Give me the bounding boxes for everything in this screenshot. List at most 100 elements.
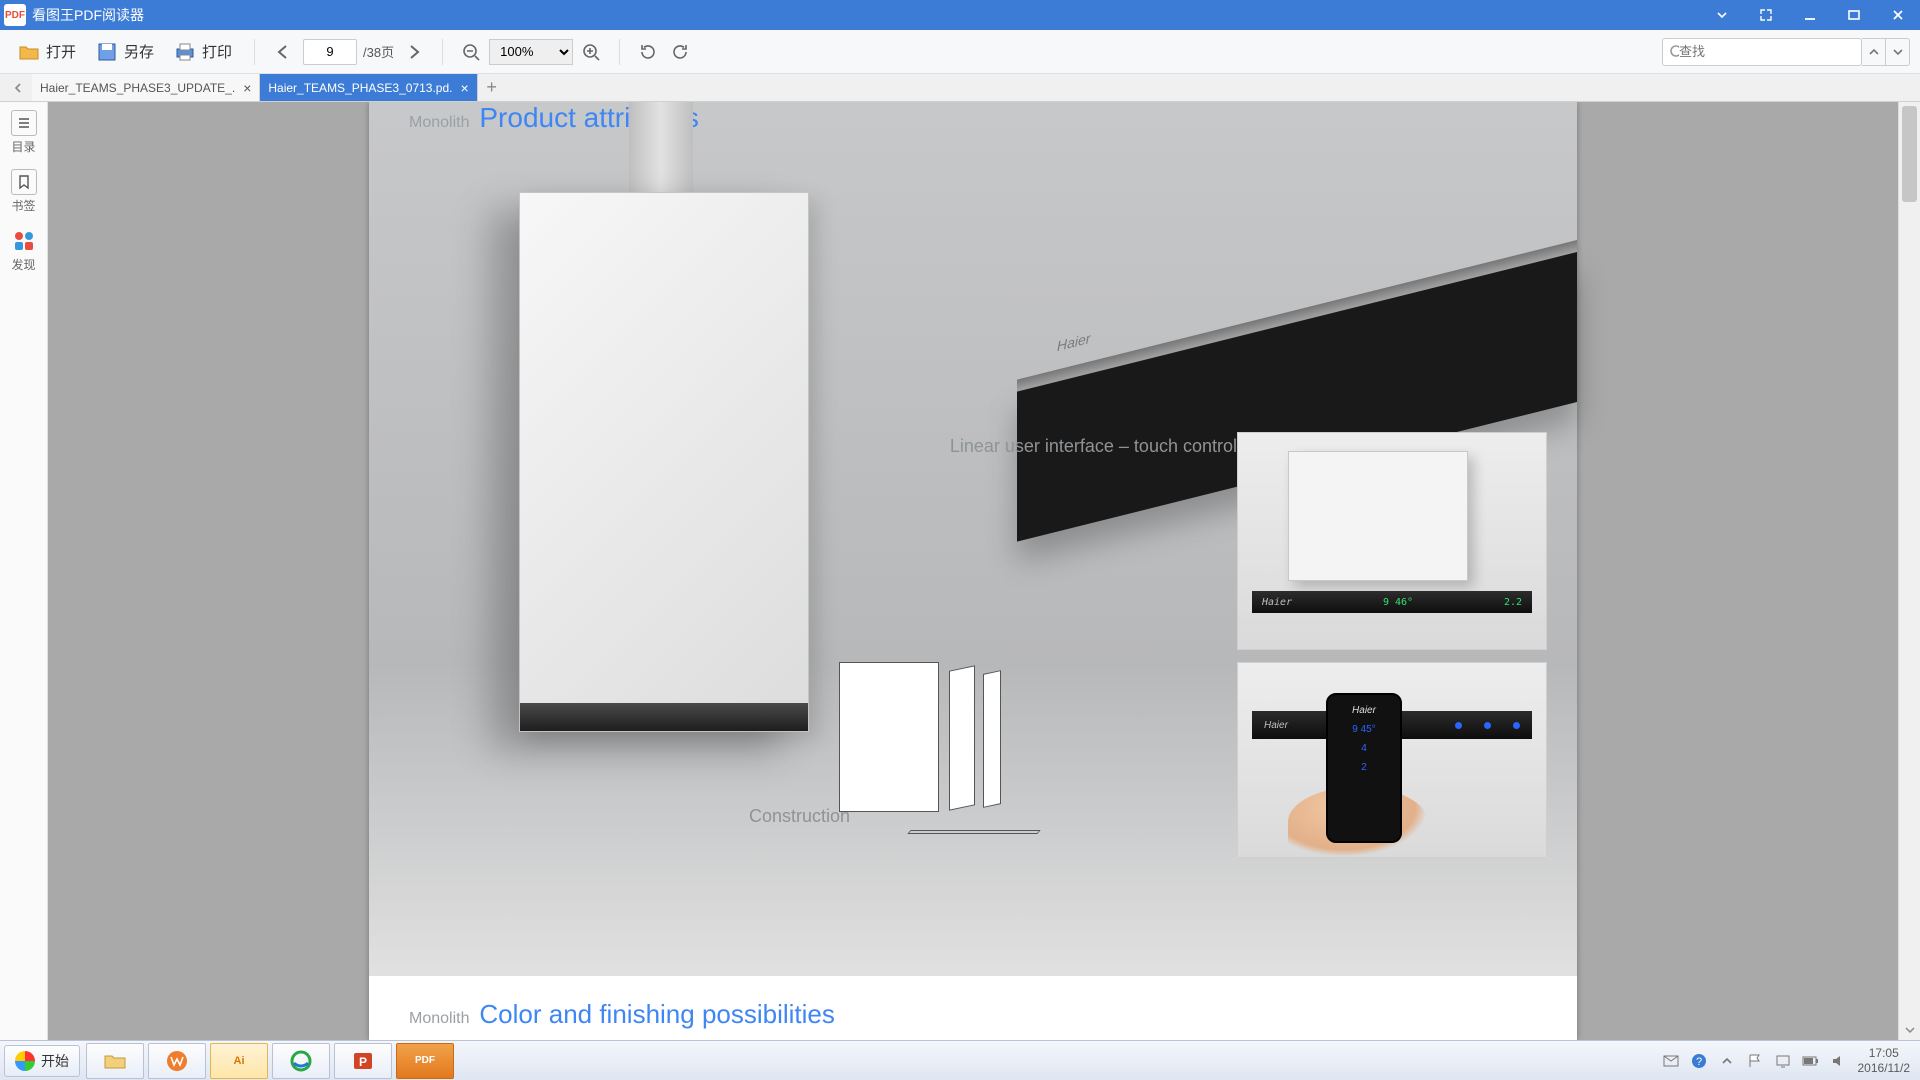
sidebar-item-toc[interactable]: 目录: [11, 110, 37, 155]
phone-row: 9 45°: [1352, 724, 1375, 735]
folder-open-icon: [18, 41, 40, 63]
minimize-icon[interactable]: [1788, 0, 1832, 30]
pdf-page: Monolith Product attributes Haier Haier …: [369, 102, 1577, 1040]
search-wrap: [1662, 38, 1910, 66]
rotate-controls: [634, 38, 694, 66]
close-icon[interactable]: [1876, 0, 1920, 30]
folder-icon: [103, 1051, 127, 1071]
print-icon: [174, 41, 196, 63]
zoom-in-icon[interactable]: [577, 38, 605, 66]
ai-label: Ai: [234, 1055, 245, 1067]
task-browser[interactable]: [272, 1043, 330, 1079]
fullscreen-icon[interactable]: [1744, 0, 1788, 30]
search-prev-icon[interactable]: [1862, 38, 1886, 66]
search-next-icon[interactable]: [1886, 38, 1910, 66]
phone-row: 2: [1361, 762, 1367, 773]
task-wps[interactable]: [148, 1043, 206, 1079]
zoom-out-icon[interactable]: [457, 38, 485, 66]
panel-readout: 2.2: [1504, 597, 1522, 608]
task-explorer[interactable]: [86, 1043, 144, 1079]
thumbnail-interface: Haier 9 46° 2.2: [1237, 432, 1547, 650]
prev-page-icon[interactable]: [269, 38, 297, 66]
product-chimney: [629, 102, 693, 194]
clock-date: 2016/11/2: [1858, 1061, 1911, 1075]
tab-close-icon[interactable]: ×: [243, 81, 251, 95]
brand-text: Haier: [534, 711, 563, 725]
next-page-icon[interactable]: [400, 38, 428, 66]
brand-text: Haier: [1264, 720, 1288, 731]
tray-clock[interactable]: 17:05 2016/11/2: [1858, 1046, 1911, 1075]
taskbar-apps: Ai P PDF: [86, 1043, 454, 1079]
print-label: 打印: [202, 41, 232, 62]
tray-network-icon[interactable]: [1774, 1052, 1792, 1070]
tray-expand-icon[interactable]: [1718, 1052, 1736, 1070]
vertical-scrollbar[interactable]: [1898, 102, 1920, 1040]
brand-text: Haier: [1262, 597, 1292, 608]
search-input[interactable]: [1679, 44, 1855, 59]
heading-prefix: Monolith: [409, 114, 469, 131]
panel-readout: 9 46°: [1383, 597, 1413, 608]
tray-battery-icon[interactable]: [1802, 1052, 1820, 1070]
page-input[interactable]: [303, 39, 357, 65]
tray-flag-icon[interactable]: [1746, 1052, 1764, 1070]
scroll-thumb[interactable]: [1902, 106, 1917, 202]
search-icon: [1669, 44, 1679, 60]
task-illustrator[interactable]: Ai: [210, 1043, 268, 1079]
separator: [619, 39, 620, 65]
powerpoint-icon: P: [351, 1049, 375, 1073]
save-icon: [96, 41, 118, 63]
rotate-cw-icon[interactable]: [666, 38, 694, 66]
separator: [254, 39, 255, 65]
wps-icon: [165, 1049, 189, 1073]
rotate-ccw-icon[interactable]: [634, 38, 662, 66]
tab-inactive[interactable]: Haier_TEAMS_PHASE3_UPDATE_. ×: [32, 74, 260, 101]
clock-time: 17:05: [1858, 1046, 1911, 1060]
phone-row: 4: [1361, 743, 1367, 754]
page-total: /38页: [363, 42, 394, 61]
label-interface: Linear user interface – touch control: [950, 436, 1237, 457]
document-viewer[interactable]: Monolith Product attributes Haier Haier …: [48, 102, 1898, 1040]
system-tray: ? 17:05 2016/11/2: [1662, 1046, 1917, 1075]
print-button[interactable]: 打印: [166, 37, 240, 67]
task-powerpoint[interactable]: P: [334, 1043, 392, 1079]
titlebar: PDF 看图王PDF阅读器: [0, 0, 1920, 30]
list-icon: [11, 110, 37, 136]
tab-label: Haier_TEAMS_PHASE3_UPDATE_.: [40, 81, 235, 95]
window-controls: [1700, 0, 1920, 30]
dropdown-icon[interactable]: [1700, 0, 1744, 30]
zoom-select[interactable]: 100%: [489, 39, 573, 65]
app-title: 看图王PDF阅读器: [32, 5, 144, 25]
scroll-down-icon[interactable]: [1899, 1020, 1920, 1040]
next-page-heading: Monolith Color and finishing possibiliti…: [409, 999, 835, 1030]
heading-main: Color and finishing possibilities: [479, 999, 835, 1029]
maximize-icon[interactable]: [1832, 0, 1876, 30]
add-tab-icon[interactable]: +: [478, 74, 506, 101]
heading-prefix: Monolith: [409, 1010, 469, 1027]
sidebar: 目录 书签 发现: [0, 102, 48, 1040]
brand-text: Haier: [1057, 330, 1090, 354]
start-button[interactable]: 开始: [4, 1045, 80, 1077]
search-box[interactable]: [1662, 38, 1862, 66]
open-button[interactable]: 打开: [10, 37, 84, 67]
save-as-label: 另存: [124, 41, 154, 62]
tab-label: Haier_TEAMS_PHASE3_0713.pd.: [268, 81, 452, 95]
pdf-label: PDF: [415, 1055, 435, 1066]
save-as-button[interactable]: 另存: [88, 37, 162, 67]
sidebar-item-bookmark[interactable]: 书签: [11, 169, 37, 214]
start-label: 开始: [41, 1051, 69, 1071]
open-label: 打开: [46, 41, 76, 62]
main-row: 目录 书签 发现 Monolith Product attributes Hai…: [0, 102, 1920, 1040]
task-pdf-reader[interactable]: PDF: [396, 1043, 454, 1079]
svg-text:P: P: [359, 1055, 367, 1069]
tray-mail-icon[interactable]: [1662, 1052, 1680, 1070]
tab-active[interactable]: Haier_TEAMS_PHASE3_0713.pd. ×: [260, 74, 477, 101]
tray-volume-icon[interactable]: [1830, 1052, 1848, 1070]
tray-help-icon[interactable]: ?: [1690, 1052, 1708, 1070]
tab-close-icon[interactable]: ×: [460, 81, 468, 95]
phone-graphic: Haier 9 45° 4 2: [1326, 693, 1402, 843]
app-icon: PDF: [4, 4, 26, 26]
discover-icon: [11, 228, 37, 254]
thumbnail-app-control: Haier Haier 9 45° 4 2: [1237, 662, 1547, 858]
collapse-tabs-icon[interactable]: [4, 74, 32, 101]
sidebar-item-discover[interactable]: 发现: [11, 228, 37, 273]
